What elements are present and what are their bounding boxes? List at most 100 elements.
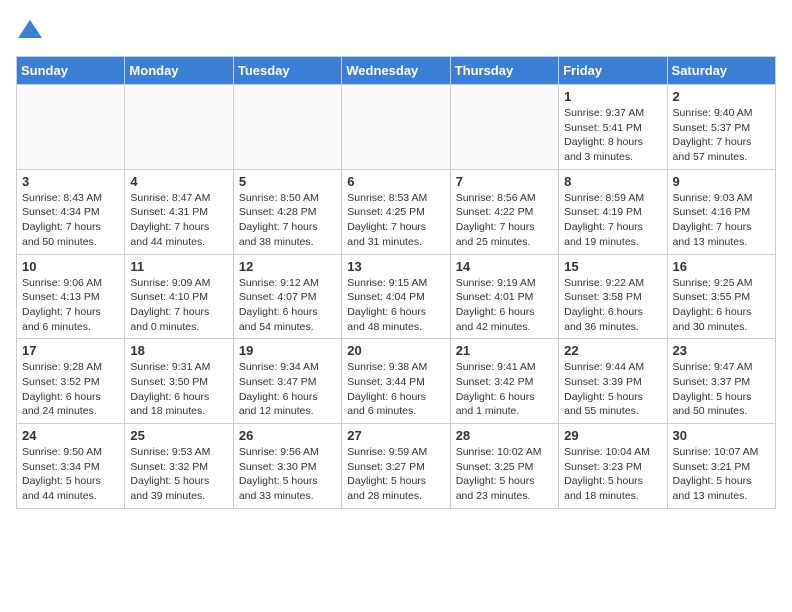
calendar-cell [233, 85, 341, 170]
day-info: Sunrise: 8:56 AM Sunset: 4:22 PM Dayligh… [456, 191, 553, 250]
day-number: 5 [239, 174, 336, 189]
day-info: Sunrise: 9:09 AM Sunset: 4:10 PM Dayligh… [130, 276, 227, 335]
day-info: Sunrise: 9:06 AM Sunset: 4:13 PM Dayligh… [22, 276, 119, 335]
calendar-cell: 7 Sunrise: 8:56 AM Sunset: 4:22 PM Daylig… [450, 169, 558, 254]
day-number: 10 [22, 259, 119, 274]
day-header-thursday: Thursday [450, 57, 558, 85]
day-info: Sunrise: 9:38 AM Sunset: 3:44 PM Dayligh… [347, 360, 444, 419]
calendar-cell: 21 Sunrise: 9:41 AM Sunset: 3:42 PM Dayli… [450, 339, 558, 424]
logo [16, 16, 48, 44]
day-number: 11 [130, 259, 227, 274]
day-info: Sunrise: 9:56 AM Sunset: 3:30 PM Dayligh… [239, 445, 336, 504]
calendar-cell: 24 Sunrise: 9:50 AM Sunset: 3:34 PM Dayli… [17, 424, 125, 509]
day-info: Sunrise: 9:41 AM Sunset: 3:42 PM Dayligh… [456, 360, 553, 419]
day-number: 21 [456, 343, 553, 358]
day-info: Sunrise: 8:59 AM Sunset: 4:19 PM Dayligh… [564, 191, 661, 250]
calendar-header-row: SundayMondayTuesdayWednesdayThursdayFrid… [17, 57, 776, 85]
calendar-cell: 15 Sunrise: 9:22 AM Sunset: 3:58 PM Dayli… [559, 254, 667, 339]
calendar: SundayMondayTuesdayWednesdayThursdayFrid… [16, 56, 776, 509]
day-number: 2 [673, 89, 770, 104]
day-header-friday: Friday [559, 57, 667, 85]
calendar-cell: 8 Sunrise: 8:59 AM Sunset: 4:19 PM Daylig… [559, 169, 667, 254]
day-info: Sunrise: 9:37 AM Sunset: 5:41 PM Dayligh… [564, 106, 661, 165]
day-info: Sunrise: 9:50 AM Sunset: 3:34 PM Dayligh… [22, 445, 119, 504]
day-info: Sunrise: 9:28 AM Sunset: 3:52 PM Dayligh… [22, 360, 119, 419]
calendar-cell: 6 Sunrise: 8:53 AM Sunset: 4:25 PM Daylig… [342, 169, 450, 254]
day-header-saturday: Saturday [667, 57, 775, 85]
day-info: Sunrise: 9:03 AM Sunset: 4:16 PM Dayligh… [673, 191, 770, 250]
day-number: 4 [130, 174, 227, 189]
day-info: Sunrise: 9:12 AM Sunset: 4:07 PM Dayligh… [239, 276, 336, 335]
calendar-week-3: 10 Sunrise: 9:06 AM Sunset: 4:13 PM Dayli… [17, 254, 776, 339]
day-number: 12 [239, 259, 336, 274]
day-number: 17 [22, 343, 119, 358]
day-number: 26 [239, 428, 336, 443]
day-number: 13 [347, 259, 444, 274]
day-info: Sunrise: 8:43 AM Sunset: 4:34 PM Dayligh… [22, 191, 119, 250]
calendar-cell: 30 Sunrise: 10:07 AM Sunset: 3:21 PM Dayl… [667, 424, 775, 509]
day-info: Sunrise: 9:47 AM Sunset: 3:37 PM Dayligh… [673, 360, 770, 419]
calendar-cell: 19Sunrise: 9:34 AM Sunset: 3:47 PM Dayli… [233, 339, 341, 424]
day-number: 27 [347, 428, 444, 443]
calendar-cell: 12 Sunrise: 9:12 AM Sunset: 4:07 PM Dayli… [233, 254, 341, 339]
calendar-cell: 28 Sunrise: 10:02 AM Sunset: 3:25 PM Dayl… [450, 424, 558, 509]
day-number: 7 [456, 174, 553, 189]
day-header-monday: Monday [125, 57, 233, 85]
day-info: Sunrise: 9:19 AM Sunset: 4:01 PM Dayligh… [456, 276, 553, 335]
day-header-sunday: Sunday [17, 57, 125, 85]
day-number: 30 [673, 428, 770, 443]
calendar-cell: 22 Sunrise: 9:44 AM Sunset: 3:39 PM Dayli… [559, 339, 667, 424]
calendar-cell: 13 Sunrise: 9:15 AM Sunset: 4:04 PM Dayli… [342, 254, 450, 339]
calendar-cell: 23 Sunrise: 9:47 AM Sunset: 3:37 PM Dayli… [667, 339, 775, 424]
day-info: Sunrise: 8:53 AM Sunset: 4:25 PM Dayligh… [347, 191, 444, 250]
day-number: 18 [130, 343, 227, 358]
calendar-week-5: 24 Sunrise: 9:50 AM Sunset: 3:34 PM Dayli… [17, 424, 776, 509]
calendar-cell: 17 Sunrise: 9:28 AM Sunset: 3:52 PM Dayli… [17, 339, 125, 424]
calendar-week-2: 3 Sunrise: 8:43 AM Sunset: 4:34 PM Daylig… [17, 169, 776, 254]
day-info: Sunrise: 9:53 AM Sunset: 3:32 PM Dayligh… [130, 445, 227, 504]
calendar-week-4: 17 Sunrise: 9:28 AM Sunset: 3:52 PM Dayli… [17, 339, 776, 424]
calendar-cell [450, 85, 558, 170]
day-number: 29 [564, 428, 661, 443]
day-number: 3 [22, 174, 119, 189]
calendar-cell: 1Sunrise: 9:37 AM Sunset: 5:41 PM Daylig… [559, 85, 667, 170]
calendar-cell: 11 Sunrise: 9:09 AM Sunset: 4:10 PM Dayli… [125, 254, 233, 339]
calendar-week-1: 1Sunrise: 9:37 AM Sunset: 5:41 PM Daylig… [17, 85, 776, 170]
calendar-cell: 10 Sunrise: 9:06 AM Sunset: 4:13 PM Dayli… [17, 254, 125, 339]
day-info: Sunrise: 9:44 AM Sunset: 3:39 PM Dayligh… [564, 360, 661, 419]
day-info: Sunrise: 9:40 AM Sunset: 5:37 PM Dayligh… [673, 106, 770, 165]
day-info: Sunrise: 9:15 AM Sunset: 4:04 PM Dayligh… [347, 276, 444, 335]
day-number: 23 [673, 343, 770, 358]
day-number: 28 [456, 428, 553, 443]
day-info: Sunrise: 10:04 AM Sunset: 3:23 PM Daylig… [564, 445, 661, 504]
calendar-cell: 18 Sunrise: 9:31 AM Sunset: 3:50 PM Dayli… [125, 339, 233, 424]
day-number: 16 [673, 259, 770, 274]
day-number: 20 [347, 343, 444, 358]
day-header-wednesday: Wednesday [342, 57, 450, 85]
calendar-cell: 5Sunrise: 8:50 AM Sunset: 4:28 PM Daylig… [233, 169, 341, 254]
day-header-tuesday: Tuesday [233, 57, 341, 85]
day-number: 25 [130, 428, 227, 443]
day-number: 8 [564, 174, 661, 189]
day-info: Sunrise: 10:07 AM Sunset: 3:21 PM Daylig… [673, 445, 770, 504]
calendar-cell: 20 Sunrise: 9:38 AM Sunset: 3:44 PM Dayli… [342, 339, 450, 424]
day-info: Sunrise: 10:02 AM Sunset: 3:25 PM Daylig… [456, 445, 553, 504]
day-info: Sunrise: 9:25 AM Sunset: 3:55 PM Dayligh… [673, 276, 770, 335]
day-info: Sunrise: 9:31 AM Sunset: 3:50 PM Dayligh… [130, 360, 227, 419]
page-header [16, 16, 776, 44]
calendar-cell [342, 85, 450, 170]
day-number: 14 [456, 259, 553, 274]
day-number: 24 [22, 428, 119, 443]
day-number: 19 [239, 343, 336, 358]
day-number: 9 [673, 174, 770, 189]
calendar-cell: 3 Sunrise: 8:43 AM Sunset: 4:34 PM Daylig… [17, 169, 125, 254]
day-info: Sunrise: 9:22 AM Sunset: 3:58 PM Dayligh… [564, 276, 661, 335]
logo-icon [16, 16, 44, 44]
day-number: 6 [347, 174, 444, 189]
day-number: 15 [564, 259, 661, 274]
calendar-cell [125, 85, 233, 170]
calendar-cell: 4Sunrise: 8:47 AM Sunset: 4:31 PM Daylig… [125, 169, 233, 254]
calendar-cell: 16 Sunrise: 9:25 AM Sunset: 3:55 PM Dayli… [667, 254, 775, 339]
day-number: 22 [564, 343, 661, 358]
calendar-cell: 2 Sunrise: 9:40 AM Sunset: 5:37 PM Daylig… [667, 85, 775, 170]
